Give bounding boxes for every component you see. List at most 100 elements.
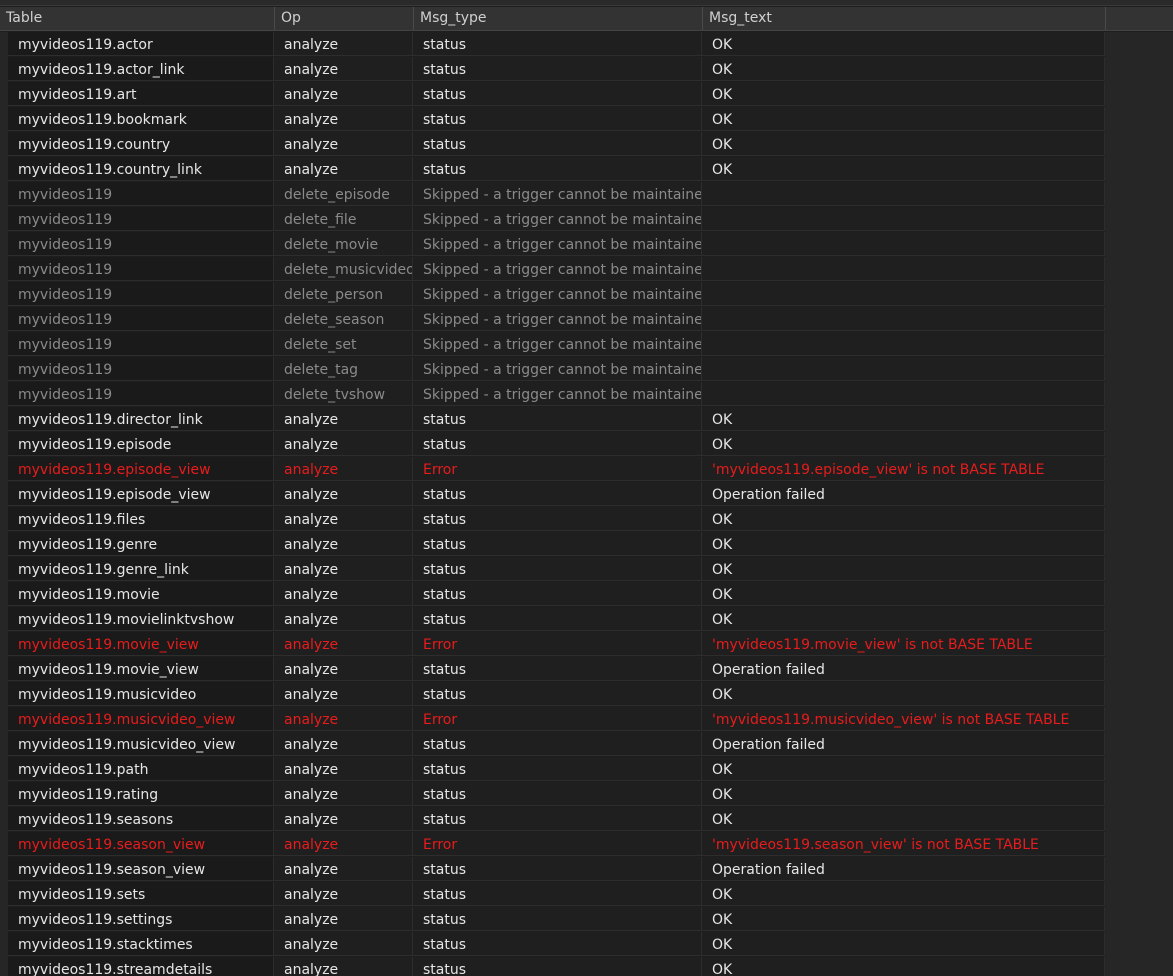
op-cell[interactable]: analyze <box>274 457 413 481</box>
table-cell[interactable]: myvideos119.movie_view <box>8 632 274 656</box>
msg-text-cell[interactable]: OK <box>702 107 1105 131</box>
table-row[interactable]: myvideos119.seasons analyze status OK <box>8 807 1105 832</box>
table-row[interactable]: myvideos119 delete_musicvideo Skipped - a … <box>8 257 1105 282</box>
table-cell[interactable]: myvideos119 <box>8 357 274 381</box>
column-header-msg-type[interactable]: Msg_type <box>414 7 703 30</box>
row-selector-gutter[interactable] <box>0 32 8 976</box>
table-row[interactable]: myvideos119 delete_movie Skipped - a trigg… <box>8 232 1105 257</box>
table-row[interactable]: myvideos119 delete_tag Skipped - a trigger… <box>8 357 1105 382</box>
msg-text-cell[interactable]: OK <box>702 557 1105 581</box>
msg-text-cell[interactable]: OK <box>702 907 1105 931</box>
msg-type-cell[interactable]: status <box>413 107 702 131</box>
msg-text-cell[interactable]: Operation failed <box>702 482 1105 506</box>
column-header-msg-text[interactable]: Msg_text <box>703 7 1106 30</box>
op-cell[interactable]: analyze <box>274 507 413 531</box>
msg-text-cell[interactable]: OK <box>702 407 1105 431</box>
msg-text-cell[interactable]: OK <box>702 157 1105 181</box>
table-cell[interactable]: myvideos119 <box>8 257 274 281</box>
msg-text-cell[interactable]: 'myvideos119.movie_view' is not BASE TAB… <box>702 632 1105 656</box>
table-cell[interactable]: myvideos119.episode_view <box>8 482 274 506</box>
table-row[interactable]: myvideos119.streamdetails analyze status OK <box>8 957 1105 976</box>
table-cell[interactable]: myvideos119.bookmark <box>8 107 274 131</box>
table-cell[interactable]: myvideos119.rating <box>8 782 274 806</box>
msg-type-cell[interactable]: status <box>413 432 702 456</box>
table-row[interactable]: myvideos119.files analyze status OK <box>8 507 1105 532</box>
msg-text-cell[interactable]: Operation failed <box>702 732 1105 756</box>
table-row[interactable]: myvideos119.actor analyze status OK <box>8 32 1105 57</box>
table-cell[interactable]: myvideos119.actor_link <box>8 57 274 81</box>
table-cell[interactable]: myvideos119.season_view <box>8 857 274 881</box>
table-row[interactable]: myvideos119.genre analyze status OK <box>8 532 1105 557</box>
table-row[interactable]: myvideos119.stacktimes analyze status OK <box>8 932 1105 957</box>
msg-type-cell[interactable]: Skipped - a trigger cannot be maintained… <box>413 207 702 231</box>
table-row[interactable]: myvideos119.episode_view analyze status Ope… <box>8 482 1105 507</box>
msg-type-cell[interactable]: Skipped - a trigger cannot be maintained… <box>413 307 702 331</box>
table-row[interactable]: myvideos119.episode_view analyze Error'myv… <box>8 457 1105 482</box>
table-cell[interactable]: myvideos119 <box>8 207 274 231</box>
msg-text-cell[interactable]: OK <box>702 82 1105 106</box>
msg-type-cell[interactable]: status <box>413 732 702 756</box>
table-row[interactable]: myvideos119.season_view analyze status Oper… <box>8 857 1105 882</box>
table-cell[interactable]: myvideos119.seasons <box>8 807 274 831</box>
table-row[interactable]: myvideos119 delete_file Skipped - a trigge… <box>8 207 1105 232</box>
table-row[interactable]: myvideos119.musicvideo_view analyze status… <box>8 732 1105 757</box>
column-header-op[interactable]: Op <box>275 7 414 30</box>
op-cell[interactable]: delete_person <box>274 282 413 306</box>
msg-type-cell[interactable]: status <box>413 557 702 581</box>
op-cell[interactable]: analyze <box>274 857 413 881</box>
op-cell[interactable]: analyze <box>274 407 413 431</box>
op-cell[interactable]: delete_set <box>274 332 413 356</box>
op-cell[interactable]: analyze <box>274 832 413 856</box>
table-cell[interactable]: myvideos119.director_link <box>8 407 274 431</box>
msg-text-cell[interactable] <box>702 257 1105 281</box>
msg-text-cell[interactable]: OK <box>702 582 1105 606</box>
msg-type-cell[interactable]: status <box>413 582 702 606</box>
msg-type-cell[interactable]: status <box>413 882 702 906</box>
op-cell[interactable]: delete_file <box>274 207 413 231</box>
table-cell[interactable]: myvideos119.actor <box>8 32 274 56</box>
msg-text-cell[interactable] <box>702 282 1105 306</box>
op-cell[interactable]: analyze <box>274 707 413 731</box>
msg-type-cell[interactable]: status <box>413 482 702 506</box>
table-cell[interactable]: myvideos119 <box>8 332 274 356</box>
op-cell[interactable]: analyze <box>274 882 413 906</box>
table-row[interactable]: myvideos119.country analyze status OK <box>8 132 1105 157</box>
msg-text-cell[interactable]: OK <box>702 782 1105 806</box>
msg-type-cell[interactable]: status <box>413 507 702 531</box>
table-row[interactable]: myvideos119.sets analyze status OK <box>8 882 1105 907</box>
op-cell[interactable]: analyze <box>274 682 413 706</box>
op-cell[interactable]: analyze <box>274 907 413 931</box>
table-row[interactable]: myvideos119.bookmark analyze status OK <box>8 107 1105 132</box>
table-row[interactable]: myvideos119.art analyze status OK <box>8 82 1105 107</box>
msg-type-cell[interactable]: Skipped - a trigger cannot be maintained… <box>413 382 702 406</box>
table-cell[interactable]: myvideos119.streamdetails <box>8 957 274 976</box>
table-row[interactable]: myvideos119.settings analyze status OK <box>8 907 1105 932</box>
table-cell[interactable]: myvideos119.musicvideo_view <box>8 732 274 756</box>
table-cell[interactable]: myvideos119 <box>8 282 274 306</box>
msg-text-cell[interactable]: 'myvideos119.episode_view' is not BASE T… <box>702 457 1105 481</box>
msg-text-cell[interactable] <box>702 357 1105 381</box>
msg-type-cell[interactable]: status <box>413 932 702 956</box>
msg-text-cell[interactable]: OK <box>702 807 1105 831</box>
msg-type-cell[interactable]: status <box>413 682 702 706</box>
msg-text-cell[interactable] <box>702 232 1105 256</box>
table-row[interactable]: myvideos119.musicvideo_view analyze Error '… <box>8 707 1105 732</box>
table-row[interactable]: myvideos119.path analyze status OK <box>8 757 1105 782</box>
msg-text-cell[interactable]: OK <box>702 757 1105 781</box>
op-cell[interactable]: delete_movie <box>274 232 413 256</box>
op-cell[interactable]: analyze <box>274 82 413 106</box>
msg-type-cell[interactable]: Skipped - a trigger cannot be maintained… <box>413 282 702 306</box>
msg-type-cell[interactable]: Error <box>413 707 702 731</box>
table-row[interactable]: myvideos119.actor_link analyze status OK <box>8 57 1105 82</box>
msg-type-cell[interactable]: Skipped - a trigger cannot be maintained… <box>413 232 702 256</box>
msg-text-cell[interactable] <box>702 332 1105 356</box>
result-grid[interactable]: Table Op Msg_type Msg_text myvideos119.a… <box>0 0 1173 976</box>
table-row[interactable]: myvideos119 delete_set Skipped - a trigger… <box>8 332 1105 357</box>
table-cell[interactable]: myvideos119 <box>8 182 274 206</box>
table-cell[interactable]: myvideos119 <box>8 232 274 256</box>
table-cell[interactable]: myvideos119.path <box>8 757 274 781</box>
msg-type-cell[interactable]: status <box>413 607 702 631</box>
msg-text-cell[interactable]: Operation failed <box>702 857 1105 881</box>
msg-text-cell[interactable]: OK <box>702 957 1105 976</box>
table-row[interactable]: myvideos119.movie_view analyze Error'myvid… <box>8 632 1105 657</box>
